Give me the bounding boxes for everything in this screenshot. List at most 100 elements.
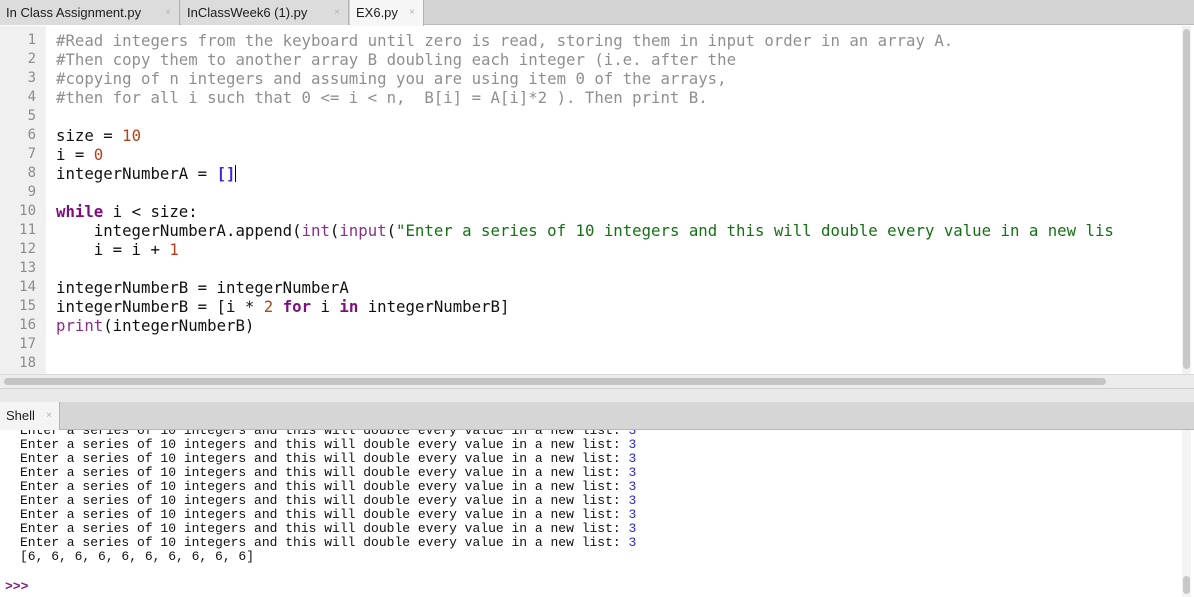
tab-close-icon[interactable]: × xyxy=(409,0,415,25)
builtin: input xyxy=(339,221,387,240)
tab-in-class-assignment[interactable]: In Class Assignment.py × xyxy=(0,0,180,25)
keyword: for xyxy=(282,297,312,316)
shell-prompt-text: Enter a series of 10 integers and this w… xyxy=(20,535,629,550)
code-line-4: #then for all i such that 0 <= i < n, B[… xyxy=(56,88,708,107)
tab-close-icon[interactable]: × xyxy=(165,0,171,25)
number-literal: 0 xyxy=(93,145,104,164)
shell-output-line: Enter a series of 10 integers and this w… xyxy=(20,466,636,480)
scrollbar-thumb[interactable] xyxy=(1183,576,1190,594)
tab-close-icon[interactable]: × xyxy=(334,0,340,25)
scrollbar-thumb[interactable] xyxy=(4,378,1106,385)
line-number: 8 xyxy=(27,165,36,181)
tab-close-icon[interactable]: × xyxy=(46,402,52,430)
shell-output-line: Enter a series of 10 integers and this w… xyxy=(20,438,636,452)
code-line-16: print(integerNumberB) xyxy=(56,316,254,335)
shell-prompt-text: Enter a series of 10 integers and this w… xyxy=(20,465,629,480)
code-text: ( xyxy=(329,221,340,240)
keyword: in xyxy=(339,297,359,316)
shell-prompt-text: Enter a series of 10 integers and this w… xyxy=(20,437,629,452)
editor-horizontal-scrollbar[interactable] xyxy=(0,374,1194,388)
code-line-3: #copying of n integers and assuming you … xyxy=(56,69,727,88)
tab-inclassweek6[interactable]: InClassWeek6 (1).py × xyxy=(181,0,349,25)
line-number: 5 xyxy=(27,108,36,124)
tab-label: EX6.py xyxy=(356,5,398,20)
shell-vertical-scrollbar[interactable] xyxy=(1182,430,1191,597)
line-number: 16 xyxy=(19,317,36,333)
line-number: 1 xyxy=(27,32,36,48)
comment: #copying of n integers and assuming you … xyxy=(56,69,727,88)
code-editor[interactable]: 1 2 3 4 5 6 7 8 9 10 11 12 13 14 15 16 1… xyxy=(0,26,1194,374)
line-number: 7 xyxy=(27,146,36,162)
builtin: int xyxy=(301,221,330,240)
shell-prompt-text: Enter a series of 10 integers and this w… xyxy=(20,479,629,494)
line-number: 2 xyxy=(27,51,36,67)
shell-output-line: Enter a series of 10 integers and this w… xyxy=(20,536,636,550)
code-line-2: #Then copy them to another array B doubl… xyxy=(56,50,736,69)
code-line-11: integerNumberA.append(int(input("Enter a… xyxy=(56,221,1114,240)
line-number: 11 xyxy=(19,222,36,238)
shell-prompt-text: Enter a series of 10 integers and this w… xyxy=(20,451,629,466)
code-line-7: i = 0 xyxy=(56,145,103,164)
line-number: 3 xyxy=(27,70,36,86)
editor-tab-bar: In Class Assignment.py × InClassWeek6 (1… xyxy=(0,0,1194,26)
code-text: integerNumberA = xyxy=(56,164,217,183)
number-literal: 1 xyxy=(169,240,179,259)
tab-shell[interactable]: Shell × xyxy=(0,402,60,431)
comment: #Then copy them to another array B doubl… xyxy=(56,50,737,69)
shell-input-value: 3 xyxy=(628,535,637,550)
code-line-12: i = i + 1 xyxy=(56,240,179,259)
number-literal: 10 xyxy=(122,126,142,145)
code-text: i < size: xyxy=(103,202,198,221)
line-number: 12 xyxy=(19,241,36,257)
code-text: i = i + xyxy=(56,240,170,259)
line-number: 15 xyxy=(19,298,36,314)
shell-prompt-text: Enter a series of 10 integers and this w… xyxy=(20,493,629,508)
shell-console[interactable]: Enter a series of 10 integers and this w… xyxy=(0,430,1194,597)
text-cursor xyxy=(235,165,237,182)
shell-result-line: [6, 6, 6, 6, 6, 6, 6, 6, 6, 6] xyxy=(20,549,255,564)
shell-output-line: Enter a series of 10 integers and this w… xyxy=(20,522,636,536)
line-number-gutter: 1 2 3 4 5 6 7 8 9 10 11 12 13 14 15 16 1… xyxy=(0,26,46,374)
code-text: integerNumberB = integerNumberA xyxy=(56,278,349,297)
code-line-8: integerNumberA = [] xyxy=(56,164,237,183)
code-text: ( xyxy=(386,221,397,240)
shell-input-value: 3 xyxy=(628,479,637,494)
comment: #then for all i such that 0 <= i < n, B[… xyxy=(56,88,708,107)
shell-tab-bar: Shell × xyxy=(0,402,1194,431)
line-number: 10 xyxy=(19,203,36,219)
line-number: 18 xyxy=(19,355,36,371)
comment: #Read integers from the keyboard until z… xyxy=(56,31,954,50)
shell-input-value: 3 xyxy=(628,507,637,522)
shell-prompt-text: Enter a series of 10 integers and this w… xyxy=(20,521,629,536)
shell-output-line: Enter a series of 10 integers and this w… xyxy=(20,508,636,522)
code-text: integerNumberB = [i * xyxy=(56,297,264,316)
shell-prompt-text: Enter a series of 10 integers and this w… xyxy=(20,507,629,522)
code-text: (integerNumberB) xyxy=(103,316,255,335)
shell-input-value: 3 xyxy=(628,465,637,480)
tab-ex6[interactable]: EX6.py × xyxy=(350,0,424,26)
editor-vertical-scrollbar[interactable] xyxy=(1182,26,1191,374)
code-line-14: integerNumberB = integerNumberA xyxy=(56,278,349,297)
shell-output-line: Enter a series of 10 integers and this w… xyxy=(20,452,636,466)
tab-label: In Class Assignment.py xyxy=(6,5,142,20)
scrollbar-thumb[interactable] xyxy=(1183,29,1190,369)
line-number: 13 xyxy=(19,260,36,276)
shell-input-value: 3 xyxy=(628,521,637,536)
shell-input-value: 3 xyxy=(628,437,637,452)
line-number: 9 xyxy=(27,184,36,200)
shell-input-value: 3 xyxy=(628,451,637,466)
code-line-6: size = 10 xyxy=(56,126,141,145)
code-line-15: integerNumberB = [i * 2 for i in integer… xyxy=(56,297,509,316)
shell-input-value: 3 xyxy=(628,493,637,508)
code-text: integerNumberA.append( xyxy=(56,221,302,240)
number-literal: 2 xyxy=(263,297,274,316)
tab-label: InClassWeek6 (1).py xyxy=(187,5,308,20)
shell-output-line: Enter a series of 10 integers and this w… xyxy=(20,480,636,494)
code-text: integerNumberB] xyxy=(358,297,510,316)
code-line-1: #Read integers from the keyboard until z… xyxy=(56,31,953,50)
shell-prompt[interactable]: >>> xyxy=(5,579,28,594)
keyword: while xyxy=(56,202,104,221)
pane-divider[interactable] xyxy=(0,388,1194,402)
line-number: 14 xyxy=(19,279,36,295)
shell-output-line: Enter a series of 10 integers and this w… xyxy=(20,494,636,508)
